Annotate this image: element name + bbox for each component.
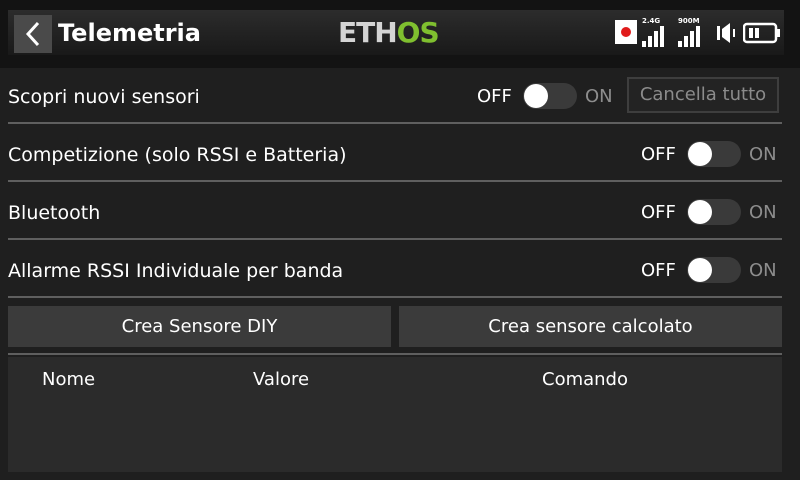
divider: [8, 238, 782, 240]
toggle-knob: [688, 258, 712, 282]
page-title: Telemetria: [58, 19, 201, 47]
setting-label-rssi-alarm: Allarme RSSI Individuale per banda: [8, 260, 344, 282]
divider: [8, 180, 782, 182]
column-header-name: Nome: [42, 369, 96, 390]
signal-900m-icon: 900M: [678, 17, 702, 47]
logo-text-main: ETH: [338, 16, 398, 49]
divider: [8, 353, 782, 355]
logo-text-accent: OS: [396, 16, 440, 49]
competition-toggle[interactable]: [687, 141, 741, 167]
bluetooth-toggle[interactable]: [687, 199, 741, 225]
back-button[interactable]: [14, 15, 52, 53]
divider: [8, 296, 782, 298]
toggle-knob: [688, 200, 712, 224]
toggle-knob: [524, 84, 548, 108]
ethos-logo: ETHOS: [338, 16, 440, 49]
discover-on-label: ON: [585, 86, 613, 107]
setting-label-competition: Competizione (solo RSSI e Batteria): [8, 144, 347, 166]
divider: [8, 122, 782, 124]
rssi-alarm-off-label: OFF: [641, 260, 676, 281]
discover-off-label: OFF: [477, 86, 512, 107]
bluetooth-off-label: OFF: [641, 202, 676, 223]
sensor-table: [8, 357, 782, 472]
chevron-left-icon: [25, 21, 40, 47]
rssi-alarm-on-label: ON: [749, 260, 777, 281]
clear-all-button[interactable]: Cancella tutto: [627, 77, 779, 113]
create-calculated-sensor-button[interactable]: Crea sensore calcolato: [399, 306, 782, 347]
band-label-2.4g: 2.4G: [642, 17, 661, 25]
competition-off-label: OFF: [641, 144, 676, 165]
discover-sensors-toggle[interactable]: [523, 83, 577, 109]
battery-icon: [743, 22, 780, 44]
column-header-value: Valore: [253, 369, 310, 390]
volume-mute-icon: [717, 23, 735, 43]
rssi-alarm-toggle[interactable]: [687, 257, 741, 283]
signal-2.4g-icon: 2.4G: [642, 17, 666, 47]
band-label-900m: 900M: [678, 17, 700, 25]
setting-label-discover-sensors: Scopri nuovi sensori: [8, 86, 200, 108]
column-header-command: Comando: [542, 369, 628, 390]
record-icon: [615, 20, 637, 44]
toggle-knob: [688, 142, 712, 166]
create-diy-sensor-button[interactable]: Crea Sensore DIY: [8, 306, 391, 347]
bluetooth-on-label: ON: [749, 202, 777, 223]
setting-label-bluetooth: Bluetooth: [8, 202, 101, 224]
competition-on-label: ON: [749, 144, 777, 165]
